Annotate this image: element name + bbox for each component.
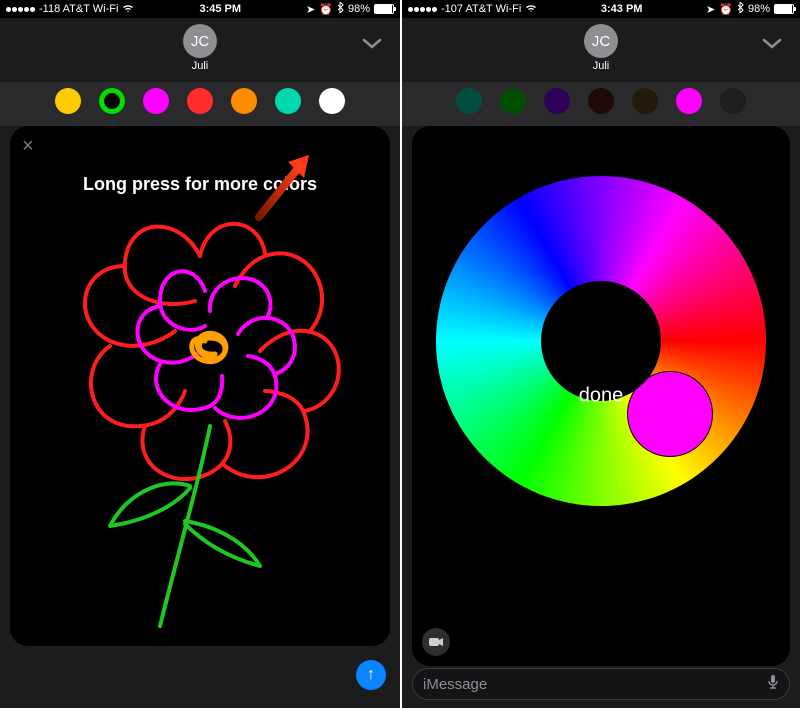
- status-time: 3:43 PM: [601, 3, 643, 15]
- swatch-purple[interactable]: [544, 88, 570, 114]
- mic-icon[interactable]: [767, 674, 779, 695]
- bluetooth-icon: [737, 2, 744, 16]
- contact-name: Juli: [0, 60, 400, 72]
- status-right: ➤ ⏰ 98%: [706, 2, 794, 16]
- conversation-header: JC Juli: [402, 18, 800, 82]
- chevron-down-icon[interactable]: [762, 34, 782, 55]
- conversation-header: JC Juli: [0, 18, 400, 82]
- wifi-icon: [122, 3, 134, 16]
- swatch-orange[interactable]: [231, 88, 257, 114]
- location-icon: ➤: [306, 3, 315, 16]
- signal-dots-icon: [408, 7, 437, 12]
- screen-left-digitaltouch-draw: -118 AT&T Wi-Fi 3:45 PM ➤ ⏰ 98% JC Juli: [0, 0, 400, 708]
- message-placeholder: iMessage: [423, 676, 487, 693]
- wifi-icon: [525, 3, 537, 16]
- send-button[interactable]: ↑: [356, 660, 386, 690]
- swatch-white[interactable]: [319, 88, 345, 114]
- carrier-text: -107 AT&T Wi-Fi: [441, 3, 521, 15]
- avatar[interactable]: JC: [183, 24, 217, 58]
- swatch-teal[interactable]: [275, 88, 301, 114]
- avatar[interactable]: JC: [584, 24, 618, 58]
- signal-dots-icon: [6, 7, 35, 12]
- battery-pct: 98%: [748, 3, 770, 15]
- battery-pct: 98%: [348, 3, 370, 15]
- screen-right-color-picker: -107 AT&T Wi-Fi 3:43 PM ➤ ⏰ 98% JC Juli: [400, 0, 800, 708]
- status-left: -107 AT&T Wi-Fi: [408, 3, 537, 16]
- camera-button[interactable]: [422, 628, 450, 656]
- swatch-teal[interactable]: [456, 88, 482, 114]
- status-time: 3:45 PM: [199, 3, 241, 15]
- status-bar: -107 AT&T Wi-Fi 3:43 PM ➤ ⏰ 98%: [402, 0, 800, 18]
- swatch-green-selected[interactable]: [99, 88, 125, 114]
- chevron-down-icon[interactable]: [362, 34, 382, 55]
- bluetooth-icon: [337, 2, 344, 16]
- swatch-gray[interactable]: [720, 88, 746, 114]
- battery-icon: [374, 4, 394, 14]
- swatch-darkred[interactable]: [588, 88, 614, 114]
- status-left: -118 AT&T Wi-Fi: [6, 3, 134, 16]
- color-palette: [0, 82, 400, 126]
- alarm-icon: ⏰: [719, 3, 733, 16]
- color-picker-handle[interactable]: [627, 371, 713, 457]
- swatch-magenta[interactable]: [143, 88, 169, 114]
- swatch-red[interactable]: [187, 88, 213, 114]
- message-input[interactable]: iMessage: [412, 668, 790, 700]
- carrier-text: -118 AT&T Wi-Fi: [39, 3, 118, 15]
- alarm-icon: ⏰: [319, 3, 333, 16]
- contact-name: Juli: [402, 60, 800, 72]
- swatch-magenta-active[interactable]: [676, 88, 702, 114]
- drawing-canvas[interactable]: × Long press for more colors: [10, 126, 390, 646]
- swatch-yellow[interactable]: [55, 88, 81, 114]
- swatch-brown[interactable]: [632, 88, 658, 114]
- battery-icon: [774, 4, 794, 14]
- done-button[interactable]: done: [579, 385, 624, 408]
- swatch-green[interactable]: [500, 88, 526, 114]
- location-icon: ➤: [706, 3, 715, 16]
- arrow-up-icon: ↑: [367, 666, 375, 684]
- color-wheel[interactable]: [436, 176, 766, 506]
- color-palette: [402, 82, 800, 126]
- color-wheel-panel: done: [412, 126, 790, 666]
- status-bar: -118 AT&T Wi-Fi 3:45 PM ➤ ⏰ 98%: [0, 0, 400, 18]
- status-right: ➤ ⏰ 98%: [306, 2, 394, 16]
- camera-icon: [429, 635, 443, 650]
- flower-drawing: [10, 126, 390, 646]
